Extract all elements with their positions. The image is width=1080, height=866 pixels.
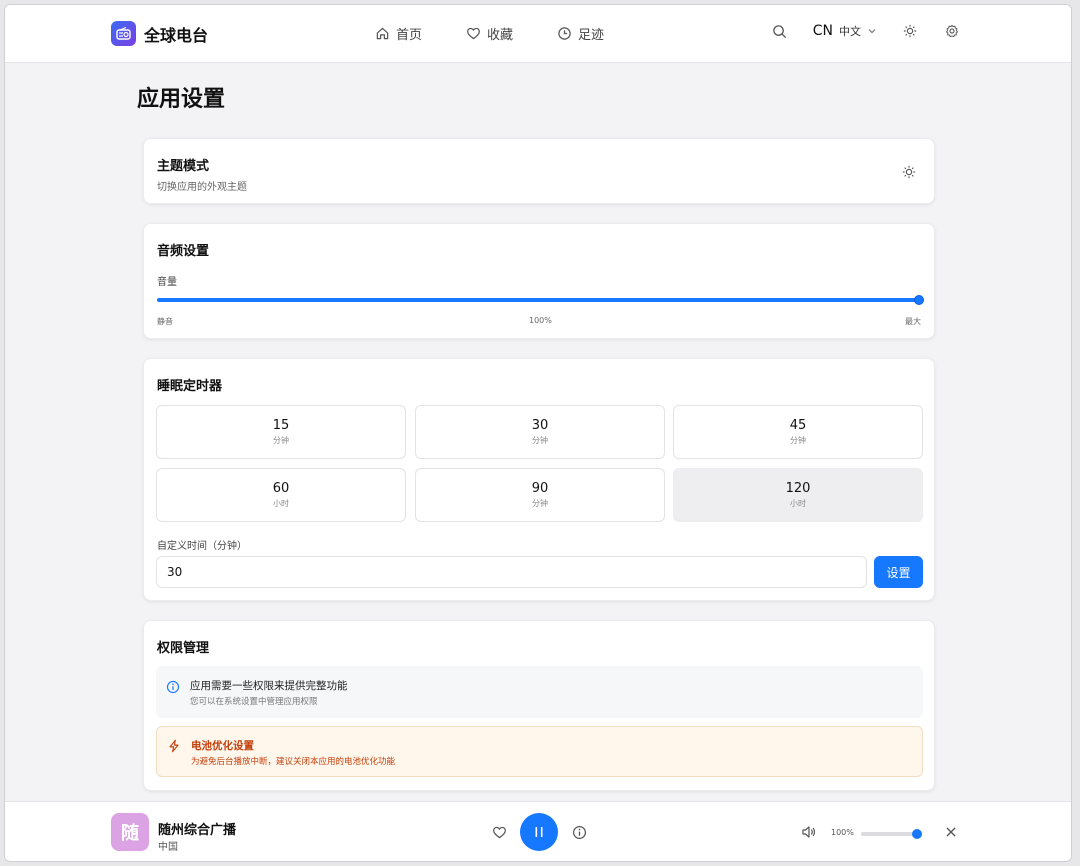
timer-unit: 分钟 — [532, 499, 548, 508]
player-volume-fill — [861, 832, 917, 836]
permissions-info-subtitle: 您可以在系统设置中管理应用权限 — [190, 697, 318, 707]
nav-history[interactable]: 足迹 — [557, 24, 604, 43]
timer-option-90[interactable]: 90 分钟 — [415, 468, 665, 522]
header-actions: CN 中文 — [771, 22, 961, 40]
audio-card: 音频设置 音量 静音 100% 最大 — [143, 223, 935, 339]
settings-main: 应用设置 主题模式 切换应用的外观主题 音频设置 音量 静音 100% 最大 睡… — [5, 63, 1071, 801]
clock-icon — [558, 27, 571, 40]
volume-slider-thumb[interactable] — [914, 295, 924, 305]
station-country: 中国 — [158, 842, 178, 853]
timer-option-120[interactable]: 120 小时 — [673, 468, 923, 522]
volume-min-label: 静音 — [157, 317, 173, 326]
battery-optimization-item[interactable]: 电池优化设置 为避免后台播放中断，建议关闭本应用的电池优化功能 — [156, 726, 923, 777]
station-name[interactable]: 随州综合广播 — [158, 819, 236, 838]
timer-value: 120 — [785, 481, 811, 496]
timer-value: 45 — [789, 418, 807, 433]
sleep-timer-card: 睡眠定时器 15 分钟 30 分钟 45 分钟 60 小时 90 分钟 120 … — [143, 358, 935, 601]
volume-value-label: 100% — [529, 316, 552, 325]
theme-title: 主题模式 — [157, 159, 210, 174]
permissions-title: 权限管理 — [157, 641, 210, 656]
permissions-info-title: 应用需要一些权限来提供完整功能 — [190, 680, 348, 692]
lightning-icon — [169, 739, 179, 753]
battery-optimization-title: 电池优化设置 — [191, 740, 254, 752]
player-volume-slider[interactable] — [861, 829, 922, 839]
app-window: 全球电台 首页 收藏 足迹 CN 中文 应用设置 主题模式 切换应用的外观主题 … — [4, 4, 1072, 862]
audio-title: 音频设置 — [157, 244, 210, 259]
set-timer-button[interactable]: 设置 — [874, 556, 923, 588]
custom-time-label: 自定义时间（分钟） — [157, 541, 247, 552]
timer-option-60[interactable]: 60 小时 — [156, 468, 406, 522]
language-name: 中文 — [839, 25, 861, 38]
chevron-down-icon — [868, 29, 876, 34]
volume-max-label: 最大 — [905, 317, 921, 326]
player-volume-percent: 100% — [831, 828, 854, 837]
battery-optimization-subtitle: 为避免后台播放中断，建议关闭本应用的电池优化功能 — [191, 757, 396, 767]
gear-icon[interactable] — [943, 22, 961, 40]
volume-slider[interactable] — [157, 295, 924, 305]
nav-home-label: 首页 — [396, 28, 423, 43]
station-logo: 随 — [111, 813, 149, 851]
player-volume-thumb[interactable] — [912, 829, 922, 839]
theme-card: 主题模式 切换应用的外观主题 — [143, 138, 935, 204]
home-icon — [376, 27, 389, 40]
station-info-icon[interactable] — [571, 824, 587, 840]
permissions-card: 权限管理 应用需要一些权限来提供完整功能 您可以在系统设置中管理应用权限 电池优… — [143, 620, 935, 791]
timer-value: 15 — [272, 418, 290, 433]
brand-name: 全球电台 — [144, 25, 209, 45]
timer-option-15[interactable]: 15 分钟 — [156, 405, 406, 459]
timer-option-45[interactable]: 45 分钟 — [673, 405, 923, 459]
timer-value: 90 — [531, 481, 549, 496]
timer-unit: 分钟 — [273, 436, 289, 445]
pause-button[interactable] — [520, 813, 558, 851]
theme-toggle-sun-icon[interactable] — [900, 163, 918, 181]
close-icon[interactable] — [943, 824, 959, 840]
theme-subtitle: 切换应用的外观主题 — [157, 182, 247, 193]
volume-speaker-icon[interactable] — [801, 824, 817, 840]
timer-unit: 小时 — [790, 499, 806, 508]
sun-icon[interactable] — [901, 22, 919, 40]
nav-favorites[interactable]: 收藏 — [466, 24, 513, 43]
player-bar: 随 随州综合广播 中国 100% — [5, 801, 1071, 861]
nav-favorites-label: 收藏 — [487, 28, 514, 43]
search-icon[interactable] — [771, 22, 789, 40]
nav-history-label: 足迹 — [578, 28, 605, 43]
timer-value: 30 — [531, 418, 549, 433]
volume-label: 音量 — [157, 277, 177, 288]
top-header: 全球电台 首页 收藏 足迹 CN 中文 — [5, 5, 1071, 63]
brand[interactable]: 全球电台 — [111, 21, 208, 46]
nav-home[interactable]: 首页 — [375, 24, 422, 43]
custom-time-input[interactable] — [156, 556, 867, 588]
info-icon — [166, 680, 180, 694]
pause-icon — [535, 827, 543, 837]
timer-unit: 分钟 — [790, 436, 806, 445]
main-nav: 首页 收藏 足迹 — [375, 24, 604, 43]
language-select[interactable]: CN 中文 — [813, 23, 877, 39]
timer-unit: 分钟 — [532, 436, 548, 445]
sleep-timer-title: 睡眠定时器 — [157, 379, 223, 394]
radio-icon — [111, 21, 136, 46]
favorite-heart-icon[interactable] — [491, 824, 507, 840]
page-title: 应用设置 — [137, 87, 226, 112]
timer-option-30[interactable]: 30 分钟 — [415, 405, 665, 459]
heart-icon — [467, 27, 480, 40]
timer-unit: 小时 — [273, 499, 289, 508]
language-code: CN — [812, 23, 833, 39]
timer-value: 60 — [272, 481, 290, 496]
permissions-info: 应用需要一些权限来提供完整功能 您可以在系统设置中管理应用权限 — [156, 666, 923, 718]
